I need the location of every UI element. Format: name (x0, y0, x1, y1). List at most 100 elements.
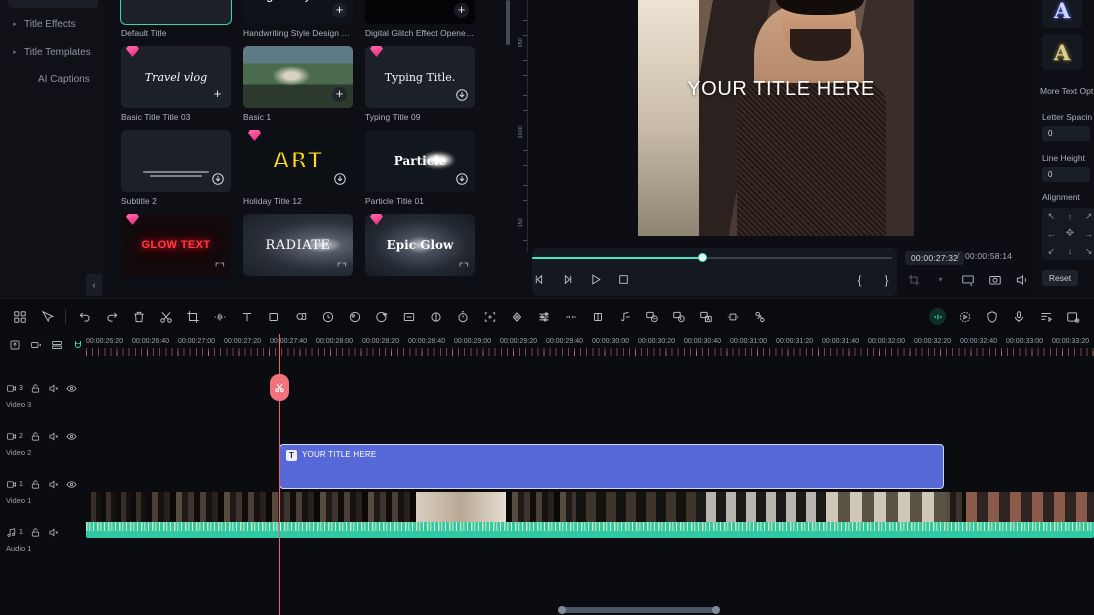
download-icon[interactable] (455, 88, 469, 102)
aspect-ratio-button[interactable] (906, 272, 921, 287)
eye-icon[interactable] (66, 479, 77, 490)
animated-preview-icon[interactable]: ⌜⌝ (337, 261, 347, 274)
animated-preview-icon[interactable]: ⌜⌝ (459, 261, 469, 274)
template-card[interactable]: YOUR TITLE HERE Default Title (120, 0, 232, 38)
template-thumbnail[interactable]: + (243, 46, 353, 108)
align-top-left-button[interactable]: ↖ (1042, 208, 1061, 225)
add-template-icon[interactable]: + (332, 3, 347, 18)
chevron-down-icon[interactable]: ▾ (933, 272, 948, 287)
template-thumbnail[interactable] (121, 130, 231, 192)
track-manager-icon[interactable] (46, 333, 67, 357)
keyframe-icon[interactable] (503, 299, 530, 334)
ai-color-icon[interactable] (368, 299, 395, 334)
line-height-input[interactable]: 0 (1042, 167, 1090, 182)
template-card[interactable]: RADIATE ⌜⌝ (243, 214, 353, 276)
ai-subtitle-icon[interactable] (692, 299, 719, 334)
shape-icon[interactable] (260, 299, 287, 334)
template-thumbnail[interactable]: RADIATE ⌜⌝ (243, 214, 353, 276)
link-icon[interactable] (746, 299, 773, 334)
align-top-right-button[interactable]: ↗ (1079, 208, 1094, 225)
import-media-icon[interactable] (4, 333, 25, 357)
align-middle-right-button[interactable]: → (1079, 225, 1094, 242)
crop-icon[interactable] (179, 299, 206, 334)
template-thumbnail[interactable]: Epic Glow ⌜⌝ (365, 214, 475, 276)
text-icon[interactable] (233, 299, 260, 334)
ai-portrait-icon[interactable] (951, 299, 978, 334)
shield-icon[interactable] (978, 299, 1005, 334)
color-match-icon[interactable] (341, 299, 368, 334)
timer-icon[interactable] (449, 299, 476, 334)
next-frame-button[interactable] (560, 272, 575, 287)
ai-translate-icon[interactable] (638, 299, 665, 334)
marker-icon[interactable] (1059, 299, 1086, 334)
align-bottom-left-button[interactable]: ↙ (1042, 243, 1061, 260)
mark-in-button[interactable]: { (852, 272, 867, 287)
sidebar-item-title-templates[interactable]: ▸ Title Templates (8, 39, 98, 65)
align-middle-left-button[interactable]: ← (1042, 225, 1061, 242)
eye-icon[interactable] (66, 431, 77, 442)
template-card[interactable]: Travel vlog + Basic Title Title 03 (121, 46, 231, 122)
more-text-options-label[interactable]: More Text Opt (1040, 86, 1093, 96)
mark-out-button[interactable]: } (879, 272, 894, 287)
fullscreen-button[interactable] (960, 272, 975, 287)
auto-reframe-icon[interactable] (476, 299, 503, 334)
timeline-ruler[interactable]: 00:00:26:20 00:00:26:40 00:00:27:00 00:0… (86, 336, 1094, 358)
mute-icon[interactable] (48, 431, 59, 442)
playhead-handle[interactable] (270, 374, 289, 401)
mask-icon[interactable] (287, 299, 314, 334)
freeze-frame-icon[interactable] (557, 299, 584, 334)
download-icon[interactable] (333, 172, 347, 186)
microphone-icon[interactable] (1005, 299, 1032, 334)
text-preset-blue-glow[interactable]: A (1042, 0, 1082, 28)
template-card[interactable]: + Basic 1 (243, 46, 353, 122)
cursor-select-icon[interactable] (33, 299, 60, 334)
eye-icon[interactable] (66, 383, 77, 394)
preview-video-frame[interactable] (638, 0, 914, 236)
template-card[interactable]: GLOW TEXT ⌜⌝ (121, 214, 231, 276)
template-thumbnail[interactable]: DESIGNED BY Jennifer + (243, 0, 353, 24)
adjust-icon[interactable] (530, 299, 557, 334)
align-bottom-right-button[interactable]: ↘ (1079, 243, 1094, 260)
stop-button[interactable] (616, 272, 631, 287)
text-preset-gold[interactable]: A (1042, 34, 1082, 70)
audio-sync-icon[interactable] (611, 299, 638, 334)
prev-frame-button[interactable] (532, 272, 547, 287)
redo-icon[interactable] (98, 299, 125, 334)
template-thumbnail[interactable]: GLOW TEXT ⌜⌝ (121, 214, 231, 276)
lock-icon[interactable] (30, 383, 41, 394)
template-card[interactable]: DESIGNED BY Jennifer + Handwriting Style… (243, 0, 353, 38)
split-screen-icon[interactable] (584, 299, 611, 334)
title-template-grid-panel[interactable]: YOUR TITLE HERE Default Title DESIGNED B… (105, 0, 495, 298)
template-thumbnail[interactable]: Particle (365, 130, 475, 192)
delete-icon[interactable] (125, 299, 152, 334)
audio-detach-icon[interactable] (206, 299, 233, 334)
ai-audio-icon[interactable] (665, 299, 692, 334)
track-header-video-1[interactable]: 1 Video 1 (6, 477, 86, 505)
download-icon[interactable] (211, 172, 225, 186)
mute-icon[interactable] (48, 527, 59, 538)
motion-tracking-icon[interactable] (719, 299, 746, 334)
template-thumbnail[interactable]: Typing Title. (365, 46, 475, 108)
align-bottom-center-button[interactable]: ↓ (1061, 243, 1080, 260)
mute-icon[interactable] (48, 479, 59, 490)
preview-scrubber[interactable] (532, 253, 892, 265)
timeline-video-clip[interactable] (86, 492, 1094, 538)
lock-icon[interactable] (30, 431, 41, 442)
snapshot-button[interactable] (987, 272, 1002, 287)
ai-smart-icon[interactable] (924, 299, 951, 334)
template-card[interactable]: Typing Title. Typing Title 09 (365, 46, 475, 122)
sidebar-item-ai-captions[interactable]: AI Captions (8, 66, 98, 92)
template-thumbnail[interactable]: ART (243, 130, 353, 192)
track-header-video-2[interactable]: 2 Video 2 (6, 429, 86, 457)
magnet-snap-icon[interactable] (67, 333, 88, 357)
download-icon[interactable] (455, 172, 469, 186)
sidebar-item-title-effects[interactable]: ▸ Title Effects (8, 11, 98, 37)
render-preview-icon[interactable] (1032, 299, 1059, 334)
track-header-audio-1[interactable]: 1 Audio 1 (6, 525, 86, 553)
track-header-video-3[interactable]: 3 Video 3 (6, 381, 86, 409)
template-card[interactable]: END + Digital Glitch Effect Opener 01 (365, 0, 475, 38)
add-template-icon[interactable]: + (454, 3, 469, 18)
template-thumbnail[interactable]: END + (365, 0, 475, 24)
split-scissors-icon[interactable] (152, 299, 179, 334)
template-thumbnail[interactable]: Travel vlog + (121, 46, 231, 108)
